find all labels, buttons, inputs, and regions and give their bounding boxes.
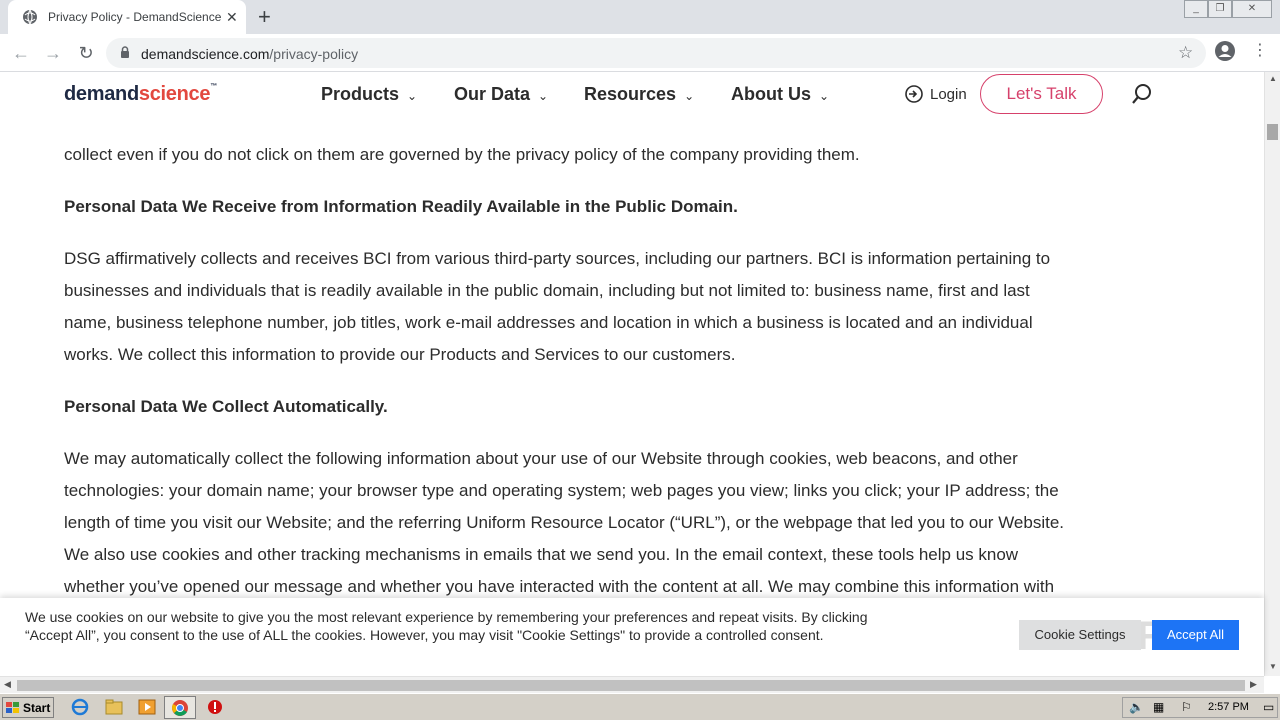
policy-paragraph-line: technologies: your domain name; your bro… — [64, 481, 1059, 500]
chrome-icon — [172, 700, 188, 716]
site-header: demandscience™ Products ⌄ Our Data ⌄ Resou… — [0, 72, 1264, 118]
policy-paragraph-line: length of time you visit our Website; an… — [64, 513, 1065, 532]
system-tray: 🔈 ▦ ⚐ ▭ — [1122, 697, 1278, 718]
policy-paragraph-line: works. We collect this information to pr… — [64, 345, 736, 364]
new-tab-button[interactable]: + — [258, 6, 271, 28]
login-link[interactable]: Login — [904, 84, 967, 104]
nav-label: Resources — [584, 84, 677, 104]
screen: Privacy Policy - DemandScience ✕ + _ ❐ ✕… — [0, 0, 1280, 720]
policy-paragraph-line: collect even if you do not click on them… — [64, 145, 860, 164]
start-label: Start — [23, 700, 51, 715]
nav-our-data[interactable]: Our Data ⌄ — [454, 84, 548, 105]
login-label: Login — [930, 85, 967, 103]
close-window-button[interactable]: ✕ — [1232, 0, 1272, 18]
logo-part-demand: demand — [64, 83, 139, 105]
section-heading-public-domain: Personal Data We Receive from Informatio… — [64, 197, 738, 216]
url-text: demandscience.com/privacy-policy — [141, 46, 358, 62]
lets-talk-button[interactable]: Let's Talk — [980, 74, 1103, 114]
media-player-icon[interactable] — [137, 698, 157, 716]
lock-icon — [121, 46, 129, 58]
chrome-taskbar-button[interactable] — [164, 696, 196, 719]
policy-paragraph-line: DSG affirmatively collects and receives … — [64, 249, 1051, 268]
nav-resources[interactable]: Resources ⌄ — [584, 84, 694, 105]
chevron-down-icon: ⌄ — [407, 89, 418, 103]
nav-products[interactable]: Products ⌄ — [321, 84, 417, 105]
close-tab-icon[interactable]: ✕ — [226, 10, 238, 24]
chevron-down-icon: ⌄ — [684, 89, 695, 103]
nav-label: Our Data — [454, 84, 531, 104]
policy-paragraph-line: We also use cookies and other tracking m… — [64, 545, 1019, 564]
internet-explorer-icon[interactable] — [70, 698, 90, 716]
scroll-up-arrow-icon[interactable]: ▲ — [1269, 74, 1277, 83]
bookmark-star-icon[interactable]: ☆ — [1178, 43, 1193, 63]
start-button[interactable]: Start — [2, 697, 54, 718]
stop-icon[interactable] — [205, 698, 225, 716]
forward-arrow-icon[interactable]: → — [42, 42, 64, 64]
network-icon[interactable]: ▦ — [1153, 700, 1164, 714]
url-path: /privacy-policy — [269, 46, 359, 62]
cookie-consent-text: We use cookies on our website to give yo… — [25, 609, 868, 643]
horizontal-scrollbar[interactable]: ◀ ▶ — [0, 676, 1264, 693]
address-bar[interactable]: demandscience.com/privacy-policy ☆ — [106, 38, 1206, 68]
back-arrow-icon[interactable]: ← — [10, 42, 32, 64]
login-icon — [905, 85, 923, 103]
vertical-scrollbar[interactable]: ▲ ▼ — [1264, 72, 1280, 676]
vertical-scroll-thumb[interactable] — [1267, 124, 1278, 140]
accept-all-button[interactable]: Accept All — [1152, 620, 1239, 650]
nav-about-us[interactable]: About Us ⌄ — [731, 84, 829, 105]
globe-icon — [23, 9, 37, 25]
logo-trademark: ™ — [210, 83, 217, 90]
search-icon[interactable] — [1130, 82, 1154, 106]
scroll-down-arrow-icon[interactable]: ▼ — [1269, 662, 1277, 671]
chevron-down-icon: ⌄ — [819, 89, 830, 103]
show-desktop-icon[interactable]: ▭ — [1263, 700, 1274, 714]
minimize-button[interactable]: _ — [1184, 0, 1208, 18]
volume-icon[interactable]: 🔈 — [1129, 700, 1144, 714]
browser-toolbar: ← → ↻ demandscience.com/privacy-policy ☆ — [0, 34, 1280, 72]
policy-paragraph-line: We may automatically collect the followi… — [64, 449, 1018, 468]
browser-tab-strip: Privacy Policy - DemandScience ✕ + _ ❐ ✕ — [0, 0, 1280, 34]
action-center-flag-icon[interactable]: ⚐ — [1181, 700, 1192, 714]
windows-flag-icon — [6, 701, 19, 713]
scroll-left-arrow-icon[interactable]: ◀ — [4, 679, 11, 690]
section-heading-automatic: Personal Data We Collect Automatically. — [64, 397, 388, 416]
restore-button[interactable]: ❐ — [1208, 0, 1232, 18]
chevron-down-icon: ⌄ — [538, 89, 549, 103]
logo-part-science: science — [138, 83, 211, 105]
reload-icon[interactable]: ↻ — [75, 42, 97, 64]
browser-menu-icon[interactable]: ⋮ — [1252, 42, 1268, 60]
policy-paragraph-line: name, business telephone number, job tit… — [64, 313, 1033, 332]
nav-label: Products — [321, 84, 400, 104]
policy-paragraph-line: businesses and individuals that is readi… — [64, 281, 1030, 300]
cookie-settings-button[interactable]: Cookie Settings — [1019, 620, 1141, 650]
nav-label: About Us — [731, 84, 811, 104]
horizontal-scroll-thumb[interactable] — [17, 680, 1245, 691]
tab-title: Privacy Policy - DemandScience — [48, 10, 222, 24]
profile-avatar-icon[interactable] — [1214, 40, 1236, 62]
cookie-banner: We use cookies on our website to give yo… — [0, 598, 1264, 676]
url-domain: demandscience.com — [141, 46, 270, 62]
demandscience-logo[interactable]: demandscience™ — [64, 83, 217, 106]
browser-tab[interactable]: Privacy Policy - DemandScience ✕ — [8, 0, 246, 34]
taskbar-clock: 2:57 PM — [1208, 701, 1249, 713]
scroll-right-arrow-icon[interactable]: ▶ — [1250, 679, 1257, 690]
folder-icon[interactable] — [104, 698, 124, 716]
windows-taskbar: Start 🔈 ▦ ⚐ ▭ 2:57 PM — [0, 693, 1280, 720]
policy-paragraph-line: whether you’ve opened our message and wh… — [64, 577, 1055, 596]
